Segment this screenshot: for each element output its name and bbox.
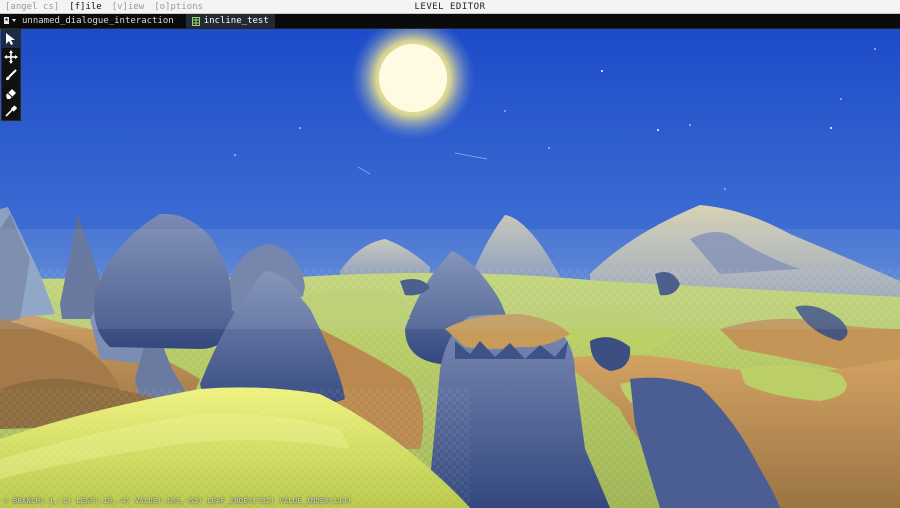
eyedropper-icon [5, 105, 18, 117]
document-tab-bar: unnamed_dialogue_interaction incline_tes… [0, 14, 900, 29]
tool-palette [1, 29, 21, 121]
main-menu: [angel cs] [f]ile [v]iew [o]ptions [4, 0, 204, 14]
tab-list-icon [4, 17, 16, 24]
eyedropper-tool[interactable] [2, 102, 20, 120]
tab-label: unnamed_dialogue_interaction [22, 16, 174, 26]
menu-bar: [angel cs] [f]ile [v]iew [o]ptions LEVEL… [0, 0, 900, 14]
terrain-scene [0, 29, 900, 508]
select-tool[interactable] [2, 30, 20, 48]
brush-tool[interactable] [2, 66, 20, 84]
level-viewport[interactable]: > BRANCH(-1,-1) LEAF(-10,-4) VALUE(-163,… [0, 29, 900, 508]
eraser-tool[interactable] [2, 84, 20, 102]
cursor-arrow-icon [6, 33, 15, 45]
tab-menu-button[interactable] [0, 14, 20, 29]
menu-item-file[interactable]: [f]ile [68, 0, 103, 14]
menu-item-options[interactable]: [o]ptions [153, 0, 204, 14]
eraser-icon [6, 89, 16, 99]
tab-label: incline_test [203, 16, 269, 26]
tab-unnamed-dialogue-interaction[interactable]: unnamed_dialogue_interaction [20, 14, 180, 28]
menu-item-view[interactable]: [v]iew [111, 0, 146, 14]
brush-icon [6, 69, 17, 81]
move-tool[interactable] [2, 48, 20, 66]
foreground-hill [0, 387, 470, 508]
move-cross-icon [4, 50, 18, 64]
menu-item-angel-cs[interactable]: [angel cs] [4, 0, 60, 14]
status-readout: > BRANCH(-1,-1) LEAF(-10,-4) VALUE(-163,… [4, 497, 352, 505]
tab-incline-test[interactable]: incline_test [185, 14, 275, 28]
level-editor-window: [angel cs] [f]ile [v]iew [o]ptions LEVEL… [0, 0, 900, 508]
terrain-grid-icon [191, 16, 200, 26]
